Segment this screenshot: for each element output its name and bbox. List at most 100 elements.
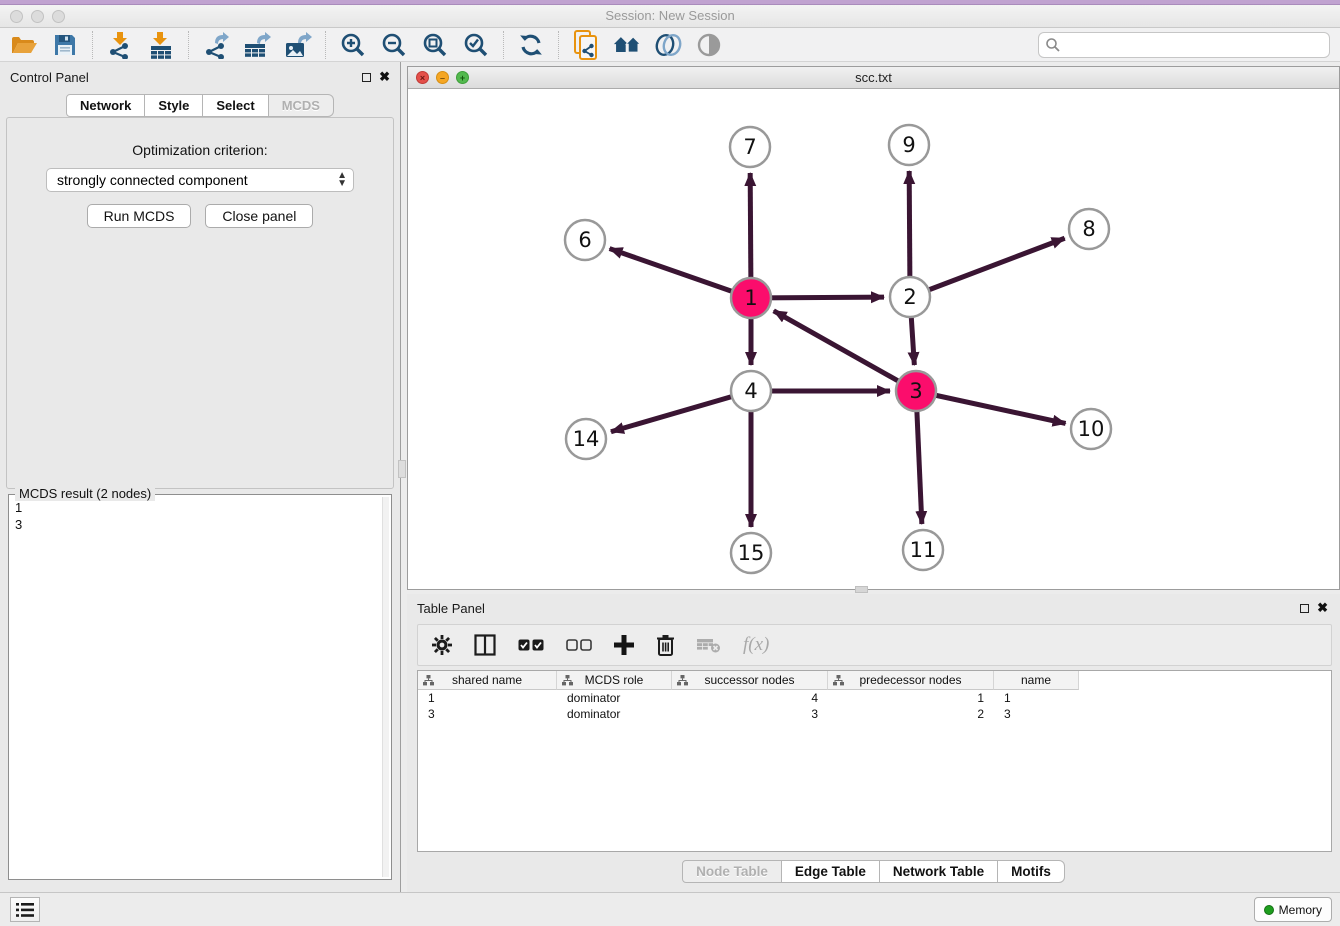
graph-node-1[interactable]: 1	[731, 278, 771, 318]
columns-icon[interactable]	[474, 634, 496, 656]
tab-network[interactable]: Network	[66, 94, 145, 117]
close-window-icon[interactable]	[10, 10, 23, 23]
main-toolbar	[0, 28, 1340, 62]
import-table-icon[interactable]	[147, 31, 175, 59]
graph-node-9[interactable]: 9	[889, 125, 929, 165]
graph-node-11[interactable]: 11	[903, 530, 943, 570]
graph-node-6[interactable]: 6	[565, 220, 605, 260]
table-row[interactable]: 3dominator323	[418, 706, 1079, 722]
float-panel-icon[interactable]	[362, 73, 371, 82]
venn-icon[interactable]	[654, 31, 682, 59]
graph-edge-2-8[interactable]	[910, 238, 1065, 297]
tab-style[interactable]: Style	[145, 94, 203, 117]
svg-text:4: 4	[744, 379, 757, 403]
svg-text:2: 2	[903, 285, 916, 309]
vertical-splitter-handle[interactable]	[398, 460, 406, 478]
network-window-title: scc.txt	[408, 67, 1339, 88]
import-network-icon[interactable]	[106, 31, 134, 59]
unchecked-boxes-icon[interactable]	[566, 639, 592, 651]
maximize-window-icon[interactable]	[52, 10, 65, 23]
search-input[interactable]	[1038, 32, 1330, 58]
app-titlebar: Session: New Session	[0, 5, 1340, 28]
tab-motifs[interactable]: Motifs	[998, 860, 1065, 883]
column-header-name[interactable]: name	[994, 671, 1079, 690]
close-network-icon[interactable]: ×	[416, 71, 429, 84]
table-cell[interactable]: dominator	[557, 706, 672, 722]
tab-select[interactable]: Select	[203, 94, 268, 117]
tab-mcds[interactable]: MCDS	[269, 94, 334, 117]
svg-text:8: 8	[1082, 217, 1095, 241]
table-panel-tabs: Node TableEdge TableNetwork TableMotifs	[407, 860, 1340, 883]
graph-node-4[interactable]: 4	[731, 371, 771, 411]
home-icon[interactable]	[613, 31, 641, 59]
table-cell[interactable]: 1	[994, 690, 1079, 706]
svg-text:6: 6	[578, 228, 591, 252]
memory-button[interactable]: Memory	[1254, 897, 1332, 922]
zoom-fit-icon[interactable]	[421, 31, 449, 59]
mcds-result-scrollbar[interactable]	[382, 497, 389, 877]
save-icon[interactable]	[51, 31, 79, 59]
graph-node-7[interactable]: 7	[730, 127, 770, 167]
table-cell[interactable]: 1	[828, 690, 994, 706]
network-canvas[interactable]: 1 2 3 4 6 7 8 9 10 11 14 15	[408, 89, 1339, 589]
minimize-window-icon[interactable]	[31, 10, 44, 23]
column-header-predecessor-nodes[interactable]: predecessor nodes	[828, 671, 994, 690]
graph-node-10[interactable]: 10	[1071, 409, 1111, 449]
node-table[interactable]: shared nameMCDS rolesuccessor nodesprede…	[417, 670, 1332, 852]
maximize-network-icon[interactable]: +	[456, 71, 469, 84]
toolbar-separator	[92, 31, 93, 59]
horizontal-splitter-handle[interactable]	[855, 586, 868, 593]
graph-edge-3-1[interactable]	[774, 311, 916, 391]
control-panel-title: Control Panel	[10, 70, 362, 85]
status-bar: Memory	[0, 892, 1340, 926]
export-image-icon[interactable]	[284, 31, 312, 59]
column-header-shared-name[interactable]: shared name	[418, 671, 557, 690]
contrast-icon[interactable]	[695, 31, 723, 59]
close-panel-icon[interactable]: ✖	[379, 72, 390, 82]
table-cell[interactable]: 2	[828, 706, 994, 722]
trash-icon[interactable]	[656, 634, 675, 656]
table-cell[interactable]: 3	[418, 706, 557, 722]
column-header-successor-nodes[interactable]: successor nodes	[672, 671, 828, 690]
graph-node-3[interactable]: 3	[896, 371, 936, 411]
table-cell[interactable]: 1	[418, 690, 557, 706]
tab-edge-table[interactable]: Edge Table	[782, 860, 880, 883]
refresh-layout-icon[interactable]	[517, 31, 545, 59]
export-network-icon[interactable]	[202, 31, 230, 59]
graph-node-2[interactable]: 2	[890, 277, 930, 317]
close-panel-button[interactable]: Close panel	[205, 204, 313, 228]
table-cell[interactable]: 3	[672, 706, 828, 722]
app-traffic-lights[interactable]	[10, 10, 65, 23]
graph-node-8[interactable]: 8	[1069, 209, 1109, 249]
network-window-titlebar[interactable]: × – + scc.txt	[408, 67, 1339, 89]
minimize-network-icon[interactable]: –	[436, 71, 449, 84]
graph-edge-4-14[interactable]	[611, 391, 751, 432]
zoom-in-icon[interactable]	[339, 31, 367, 59]
zoom-selected-icon[interactable]	[462, 31, 490, 59]
tab-node-table[interactable]: Node Table	[682, 860, 782, 883]
table-cell[interactable]: dominator	[557, 690, 672, 706]
export-table-icon[interactable]	[243, 31, 271, 59]
tab-network-table[interactable]: Network Table	[880, 860, 998, 883]
close-table-panel-icon[interactable]: ✖	[1317, 603, 1328, 613]
run-mcds-button[interactable]: Run MCDS	[87, 204, 192, 228]
task-history-button[interactable]	[10, 897, 40, 922]
graph-node-14[interactable]: 14	[566, 419, 606, 459]
table-row[interactable]: 1dominator411	[418, 690, 1079, 706]
column-header-MCDS-role[interactable]: MCDS role	[557, 671, 672, 690]
table-cell[interactable]: 4	[672, 690, 828, 706]
optimization-label: Optimization criterion:	[7, 142, 393, 158]
criterion-select[interactable]: strongly connected component ▲▼	[46, 168, 354, 192]
zoom-out-icon[interactable]	[380, 31, 408, 59]
table-cell[interactable]: 3	[994, 706, 1079, 722]
mcds-result-text[interactable]: 1 3	[15, 499, 381, 877]
open-folder-icon[interactable]	[10, 31, 38, 59]
checked-boxes-icon[interactable]	[518, 639, 544, 651]
float-table-panel-icon[interactable]	[1300, 604, 1309, 613]
network-document-icon[interactable]	[572, 31, 600, 59]
graph-edge-1-6[interactable]	[610, 249, 751, 298]
gear-icon[interactable]	[432, 635, 452, 655]
graph-edge-3-10[interactable]	[916, 391, 1066, 423]
plus-icon[interactable]	[614, 635, 634, 655]
graph-node-15[interactable]: 15	[731, 533, 771, 573]
